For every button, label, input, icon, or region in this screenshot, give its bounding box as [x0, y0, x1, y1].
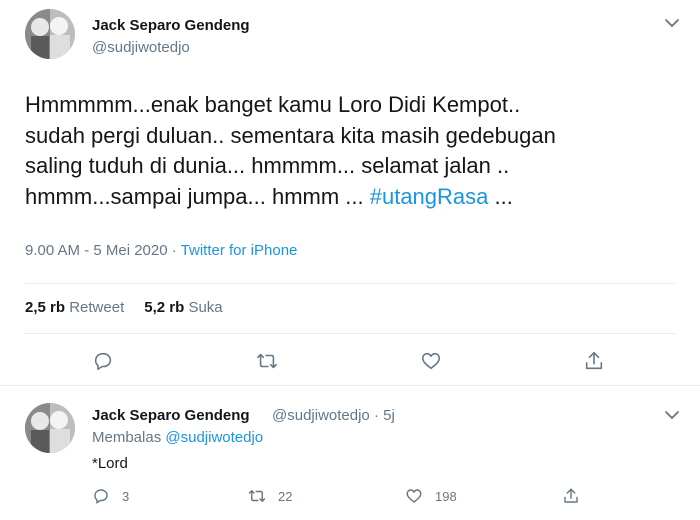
reply-separator: ·: [369, 407, 384, 424]
retweet-label: Retweet: [69, 299, 125, 316]
like-stat[interactable]: 5,2 rb Suka: [144, 299, 222, 316]
like-action[interactable]: 198: [405, 487, 457, 505]
reply-count: 3: [122, 488, 130, 504]
retweet-stat[interactable]: 2,5 rb Retweet: [25, 299, 124, 316]
tweet-text: Hmmmmm...enak banget kamu Loro Didi Kemp…: [25, 90, 685, 212]
tweet-meta: 9.00 AM - 5 Mei 2020 · Twitter for iPhon…: [25, 242, 297, 259]
like-icon[interactable]: [420, 350, 442, 372]
replying-label: Membalas: [92, 429, 162, 446]
like-count: 5,2 rb: [144, 299, 185, 316]
like-label: Suka: [188, 299, 223, 316]
reply-author-handle[interactable]: @sudjiwotedjo: [272, 407, 370, 424]
reply-icon[interactable]: [92, 350, 114, 372]
reply-age[interactable]: 5j: [383, 407, 395, 424]
meta-separator: ·: [167, 242, 181, 259]
engagement-stats: 2,5 rb Retweet 5,2 rb Suka: [25, 299, 223, 316]
like-count: 198: [435, 488, 457, 504]
share-icon[interactable]: [583, 350, 605, 372]
reply-icon: [94, 489, 108, 504]
divider: [25, 283, 675, 284]
hashtag-link[interactable]: #utangRasa: [370, 184, 489, 209]
retweet-icon: [248, 490, 266, 502]
avatar[interactable]: [25, 9, 75, 59]
reply-tweet[interactable]: Jack Separo Gendeng @sudjiwotedjo · 5j M…: [0, 386, 700, 520]
timestamp[interactable]: 9.00 AM - 5 Mei 2020: [25, 242, 168, 259]
retweet-action[interactable]: 22: [248, 487, 292, 505]
tweet-text-tail: ...: [488, 183, 513, 209]
divider: [25, 333, 675, 334]
replying-mention[interactable]: @sudjiwotedjo: [165, 429, 263, 446]
retweet-icon[interactable]: [256, 350, 278, 372]
retweet-count: 22: [278, 488, 293, 504]
like-icon: [406, 489, 422, 503]
avatar[interactable]: [25, 403, 75, 453]
reply-author-name[interactable]: Jack Separo Gendeng: [92, 407, 250, 424]
reply-text: *Lord: [92, 455, 128, 472]
retweet-count: 2,5 rb: [25, 299, 66, 316]
author-handle[interactable]: @sudjiwotedjo: [92, 39, 190, 56]
main-tweet: Jack Separo Gendeng @sudjiwotedjo Hmmmmm…: [0, 0, 700, 386]
author-name[interactable]: Jack Separo Gendeng: [92, 17, 250, 34]
share-action[interactable]: [562, 487, 592, 505]
chevron-down-icon[interactable]: [664, 16, 680, 28]
chevron-down-icon[interactable]: [664, 408, 680, 420]
share-icon: [564, 488, 578, 503]
reply-handle-line: @sudjiwotedjo · 5j: [272, 407, 395, 424]
source-link[interactable]: Twitter for iPhone: [181, 242, 298, 259]
reply-action[interactable]: 3: [92, 487, 129, 505]
replying-to: Membalas @sudjiwotedjo: [92, 429, 263, 446]
